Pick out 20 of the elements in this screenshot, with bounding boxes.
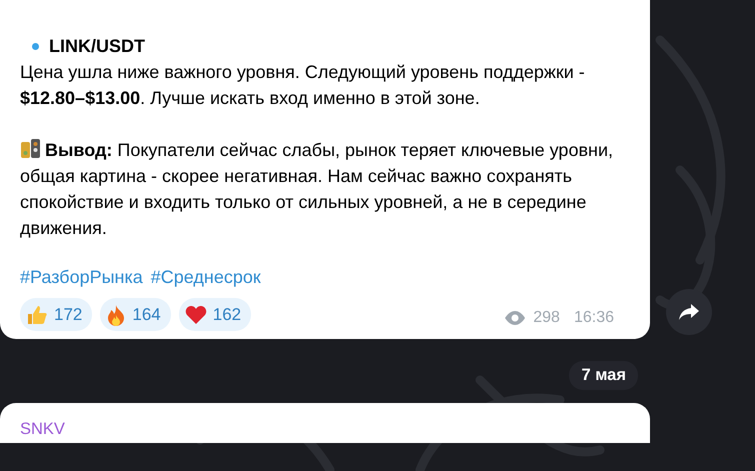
reaction-button[interactable]: 172 bbox=[20, 298, 92, 331]
fire-icon bbox=[106, 304, 126, 326]
reaction-button[interactable]: 164 bbox=[100, 298, 171, 331]
view-count: 298 bbox=[533, 308, 560, 328]
hashtag-link[interactable]: #Среднесрок bbox=[150, 264, 261, 290]
hashtag-link[interactable]: #РазборРынка bbox=[20, 264, 143, 290]
traffic-light-icon bbox=[20, 138, 42, 160]
share-button[interactable] bbox=[666, 289, 712, 335]
post-time: 16:36 bbox=[574, 308, 614, 328]
coin-pair-title: LINK/USDT bbox=[49, 35, 145, 58]
author-name[interactable]: SNKV bbox=[20, 420, 65, 438]
eye-icon bbox=[503, 310, 528, 326]
share-icon bbox=[678, 303, 700, 321]
thumbs-up-icon bbox=[26, 304, 48, 326]
bullet-dot bbox=[32, 42, 39, 50]
analysis-paragraph: Цена ушла ниже важного уровня. Следующий уровень поддержки - $12.80–$13.00. Лучше искать вход именно в этой зоне. bbox=[20, 61, 586, 110]
reaction-button[interactable]: 162 bbox=[178, 298, 252, 331]
date-separator: 7 мая bbox=[569, 361, 638, 390]
heart-icon bbox=[184, 304, 207, 324]
conclusion-paragraph: Вывод: Покупатели сейчас слабы, рынок теряет ключевые уровни, общая картина - скорее негативная. Нам сейчас важно сохранять спокойствие и входить только от сильных уровней, а не в середине движения. bbox=[20, 137, 614, 240]
